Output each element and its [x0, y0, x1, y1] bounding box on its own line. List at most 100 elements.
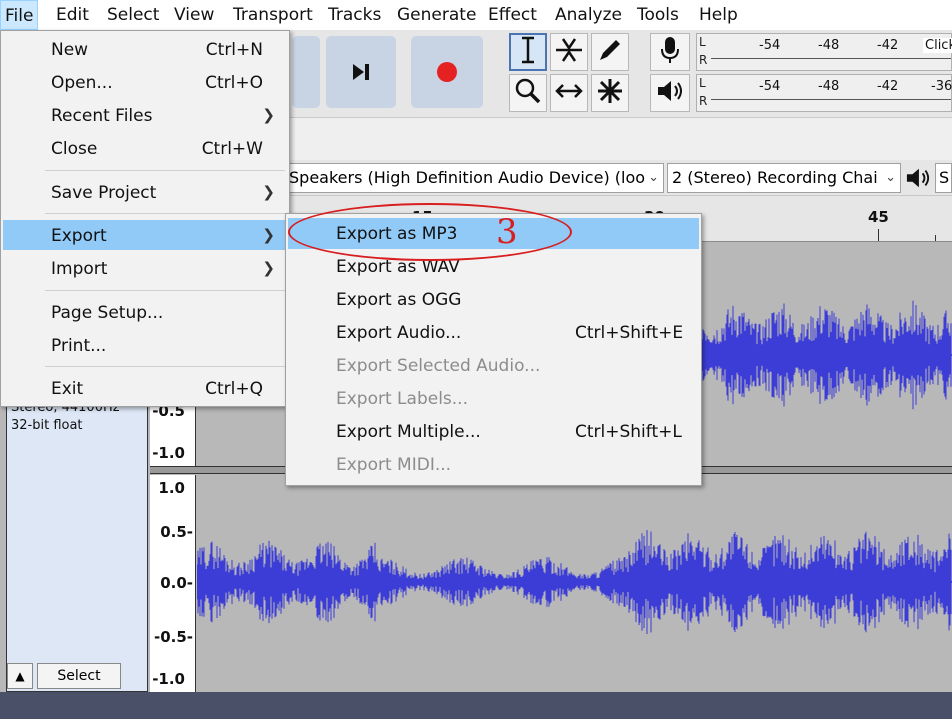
file-menu-open[interactable]: Open... Ctrl+O	[3, 67, 287, 97]
menu-view[interactable]: View	[174, 5, 214, 25]
menu-item-shortcut: Ctrl+Q	[205, 379, 263, 399]
scale-label: -0.5-	[153, 628, 193, 646]
menu-generate[interactable]: Generate	[397, 5, 476, 25]
menu-item-label: Export Labels...	[336, 389, 468, 409]
host-select[interactable]: S	[935, 163, 952, 193]
export-audio[interactable]: Export Audio... Ctrl+Shift+E	[288, 317, 699, 348]
record-meter[interactable]: L R -54 -48 -42 Click	[696, 33, 952, 71]
lower-waveform-graphic	[196, 530, 952, 634]
menu-tracks[interactable]: Tracks	[328, 5, 381, 25]
pencil-icon	[596, 36, 624, 68]
select-track-button[interactable]: Select	[37, 663, 121, 689]
multi-tool[interactable]	[591, 74, 629, 112]
menu-separator	[45, 290, 285, 291]
menu-file[interactable]: File	[0, 0, 39, 30]
skip-end-button[interactable]	[326, 36, 396, 108]
collapse-track-button[interactable]: ▲	[7, 663, 33, 689]
playback-device-select[interactable]: Speakers (High Definition Audio Device) …	[284, 163, 664, 193]
file-menu-new[interactable]: New Ctrl+N	[3, 34, 287, 64]
export-multiple[interactable]: Export Multiple... Ctrl+Shift+L	[288, 416, 699, 447]
file-menu-exit[interactable]: Exit Ctrl+Q	[3, 373, 287, 403]
menu-item-label: Export as OGG	[336, 290, 462, 310]
menu-bar: File Edit Select View Transport Tracks G…	[0, 0, 952, 30]
record-icon	[411, 36, 483, 108]
triangle-up-icon: ▲	[15, 669, 25, 683]
skip-end-icon	[326, 36, 396, 108]
menu-item-label: Import	[51, 259, 108, 279]
menu-item-shortcut: Ctrl+N	[205, 40, 263, 60]
playback-meter-right-label: R	[699, 94, 708, 108]
file-menu: New Ctrl+N Open... Ctrl+O Recent Files ❯…	[0, 30, 290, 407]
record-meter-tick: -42	[877, 38, 899, 53]
playback-meter[interactable]: L R -54 -48 -42 -36	[696, 74, 952, 112]
annotation-step-number: 3	[496, 212, 518, 252]
menu-item-label: Export Audio...	[336, 323, 462, 343]
envelope-icon	[554, 35, 584, 69]
playback-meter-button[interactable]	[650, 74, 690, 112]
menu-analyze[interactable]: Analyze	[555, 5, 622, 25]
chevron-right-icon: ❯	[262, 106, 275, 124]
annotation-ellipse	[288, 203, 572, 261]
menu-item-label: Recent Files	[51, 106, 153, 126]
draw-tool[interactable]	[591, 33, 629, 71]
menu-item-label: Export	[51, 226, 107, 246]
menu-help[interactable]: Help	[699, 5, 738, 25]
zoom-tool[interactable]	[509, 74, 547, 112]
export-as-ogg[interactable]: Export as OGG	[288, 284, 699, 315]
file-menu-save-project[interactable]: Save Project ❯	[3, 177, 287, 207]
playback-meter-tick: -48	[818, 79, 840, 94]
menu-item-label: Open...	[51, 73, 113, 93]
playback-meter-left-label: L	[699, 76, 706, 90]
record-meter-button[interactable]	[650, 33, 690, 71]
menu-item-label: Export MIDI...	[336, 455, 452, 475]
menu-select[interactable]: Select	[107, 5, 159, 25]
file-menu-recent-files[interactable]: Recent Files ❯	[3, 100, 287, 130]
ruler-tick	[935, 235, 936, 241]
menu-separator	[45, 366, 285, 367]
chevron-right-icon: ❯	[262, 259, 275, 277]
record-meter-hint: Click	[923, 38, 952, 53]
menu-item-label: Export Multiple...	[336, 422, 481, 442]
menu-edit[interactable]: Edit	[56, 5, 89, 25]
menu-item-label: Page Setup...	[51, 303, 164, 323]
menu-separator	[45, 170, 285, 171]
host-select-value: S	[939, 168, 950, 187]
time-shift-tool[interactable]	[550, 74, 588, 112]
menu-tools[interactable]: Tools	[637, 5, 679, 25]
menu-transport[interactable]: Transport	[233, 5, 313, 25]
status-bar	[0, 692, 952, 719]
chevron-down-icon: ⌄	[885, 170, 896, 185]
magnifier-icon	[514, 77, 542, 109]
menu-item-label: New	[51, 40, 89, 60]
speaker-icon[interactable]	[903, 164, 933, 192]
record-meter-scale	[711, 58, 951, 66]
record-meter-right-label: R	[699, 53, 708, 67]
play-button[interactable]	[292, 36, 320, 108]
record-button[interactable]	[411, 36, 483, 108]
menu-item-label: Close	[51, 139, 98, 159]
file-menu-print[interactable]: Print...	[3, 330, 287, 360]
double-arrow-icon	[554, 81, 584, 105]
speaker-icon	[656, 78, 684, 108]
file-menu-import[interactable]: Import ❯	[3, 253, 287, 283]
file-menu-page-setup[interactable]: Page Setup...	[3, 297, 287, 327]
playback-meter-tick: -54	[759, 79, 781, 94]
scale-label: 0.5-	[160, 523, 193, 541]
recording-channels-select[interactable]: 2 (Stereo) Recording Chai ⌄	[667, 163, 901, 193]
ruler-label: 45	[868, 208, 889, 226]
envelope-tool[interactable]	[550, 33, 588, 71]
record-meter-tick: -48	[818, 38, 840, 53]
scale-label: 0.0-	[160, 574, 193, 592]
record-meter-tick: -54	[759, 38, 781, 53]
lower-waveform[interactable]	[196, 475, 952, 692]
ruler-tick	[878, 229, 879, 241]
track-bit-depth: 32-bit float	[11, 418, 83, 433]
menu-effect[interactable]: Effect	[488, 5, 537, 25]
menu-item-label: Export Selected Audio...	[336, 356, 541, 376]
file-menu-export[interactable]: Export ❯	[3, 220, 287, 250]
chevron-down-icon: ⌄	[648, 170, 659, 185]
asterisk-icon	[596, 77, 624, 109]
file-menu-close[interactable]: Close Ctrl+W	[3, 133, 287, 163]
scale-label: -1.0	[152, 670, 185, 688]
selection-tool[interactable]	[509, 33, 547, 71]
